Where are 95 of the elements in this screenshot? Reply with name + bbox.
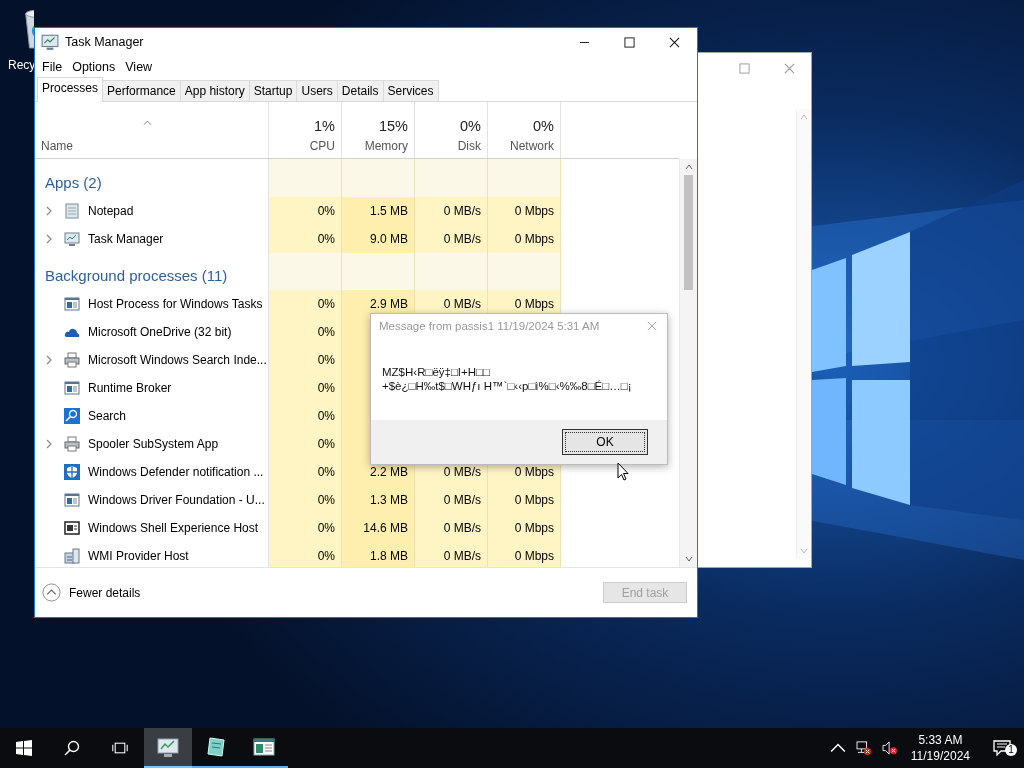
process-name[interactable]: Windows Driver Foundation - U... — [88, 493, 265, 507]
table-cell: 0% — [269, 430, 342, 458]
window-icon — [64, 380, 80, 396]
chevron-icon[interactable] — [46, 439, 52, 449]
table-cell: 0% — [269, 290, 342, 318]
window-icon — [64, 296, 80, 312]
column-header[interactable]: 1% CPU — [269, 102, 342, 158]
table-cell: 0 MB/s — [415, 196, 488, 225]
tab[interactable]: Startup — [248, 80, 298, 101]
tab[interactable]: Services — [382, 80, 439, 101]
table-cell: 0% — [269, 224, 342, 253]
dialog-title: Message from passis1 11/19/2024 5:31 AM — [379, 320, 600, 332]
tab[interactable]: Processes — [37, 77, 104, 102]
table-cell: 0% — [269, 486, 342, 514]
ok-button[interactable]: OK — [562, 429, 648, 455]
clock-date: 11/19/2024 — [910, 748, 970, 764]
scroll-bar[interactable] — [796, 109, 811, 559]
column-header[interactable]: 0% Network — [488, 102, 561, 158]
tab[interactable]: App history — [179, 80, 250, 101]
table-cell: 0% — [269, 374, 342, 402]
chevron-icon[interactable] — [46, 355, 52, 365]
table-cell: 0% — [269, 196, 342, 225]
monitor-icon — [41, 33, 59, 51]
table-cell: 9.0 MB — [342, 224, 415, 253]
printer-icon — [64, 352, 80, 368]
column-header[interactable]: 15% Memory — [342, 102, 415, 158]
process-name[interactable]: Spooler SubSystem App — [88, 437, 219, 451]
table-cell: 0 Mbps — [488, 196, 561, 225]
tab[interactable]: Details — [336, 80, 384, 101]
table-cell: 0 Mbps — [488, 224, 561, 253]
window-icon — [252, 735, 276, 759]
tab[interactable]: Performance — [102, 80, 181, 101]
table-cell: 0% — [269, 514, 342, 542]
group-heading: Background processes (11) — [45, 267, 228, 284]
scroll-bar[interactable] — [679, 159, 697, 567]
maximize-icon[interactable] — [739, 62, 750, 74]
column-header[interactable]: 0% Disk — [415, 102, 488, 158]
notification-count: 1 — [1005, 744, 1017, 756]
message-text: MZ$H‹R□ëÿ‡□I+H□□ — [382, 365, 491, 379]
monitor-icon — [64, 230, 80, 247]
table-cell: 1.3 MB — [342, 486, 415, 514]
close-icon[interactable] — [784, 62, 795, 74]
table-cell: 0% — [269, 542, 342, 567]
table-cell: 1.5 MB — [342, 196, 415, 225]
table-cell: 2.9 MB — [342, 290, 415, 318]
taskbar-app-button[interactable] — [144, 728, 192, 768]
printer-icon — [64, 436, 80, 452]
menu-item[interactable]: Options — [67, 58, 121, 76]
close-icon[interactable] — [647, 321, 657, 331]
clock[interactable]: 5:33 AM 11/19/2024 — [902, 732, 980, 764]
notepad-icon — [64, 202, 80, 219]
fewer-details-link[interactable]: Fewer details — [69, 585, 141, 600]
table-cell: 1.8 MB — [342, 542, 415, 567]
process-name[interactable]: Microsoft Windows Search Inde... — [88, 353, 267, 367]
group-heading: Apps (2) — [45, 173, 102, 191]
process-name[interactable]: Windows Defender notification ... — [88, 465, 264, 479]
desktop-icon-label[interactable]: Recy — [8, 58, 36, 72]
notepad-icon — [204, 735, 228, 759]
table-cell: 0 MB/s — [415, 224, 488, 253]
window-icon — [64, 520, 80, 536]
tab[interactable]: Users — [296, 80, 338, 101]
message-text: +$è¿□H‰t$□WHƒı H™`□‹‹p□ì%□‹%‰8□É□…□¡ — [382, 379, 633, 393]
chevron-icon[interactable] — [46, 233, 52, 244]
shield-icon — [64, 464, 80, 480]
server-icon — [64, 548, 80, 564]
table-cell: 0 Mbps — [488, 542, 561, 567]
window-title: Task Manager — [65, 35, 144, 49]
table-cell: 14.6 MB — [342, 514, 415, 542]
process-name[interactable]: Microsoft OneDrive (32 bit) — [88, 325, 232, 339]
process-name[interactable]: Windows Shell Experience Host — [88, 521, 259, 535]
chevron-icon[interactable] — [46, 205, 52, 216]
table-cell: 0 MB/s — [415, 486, 488, 514]
window-icon — [64, 492, 80, 508]
process-name[interactable]: WMI Provider Host — [88, 549, 189, 563]
menu-item[interactable]: View — [120, 58, 158, 76]
table-cell: 0% — [269, 402, 342, 430]
process-name[interactable]: Search — [88, 409, 127, 423]
process-name[interactable]: Notepad — [88, 203, 134, 218]
table-cell: 0 Mbps — [488, 514, 561, 542]
collapse-icon[interactable] — [42, 583, 61, 602]
table-cell: 0% — [269, 318, 342, 346]
monitor-icon — [156, 735, 180, 759]
table-cell: 0% — [269, 458, 342, 486]
notifications-icon[interactable] — [993, 740, 1011, 756]
process-name[interactable]: Host Process for Windows Tasks — [88, 297, 263, 311]
clock-time: 5:33 AM — [918, 732, 963, 748]
table-cell: 0 Mbps — [488, 486, 561, 514]
column-header[interactable]: Name — [35, 102, 269, 158]
process-name[interactable]: Runtime Broker — [88, 381, 172, 395]
table-cell: 0% — [269, 346, 342, 374]
table-cell: 0 MB/s — [415, 542, 488, 567]
menu-item[interactable]: File — [37, 58, 68, 76]
search-icon — [64, 408, 80, 424]
table-cell: 0 MB/s — [415, 514, 488, 542]
process-name[interactable]: Task Manager — [88, 231, 164, 246]
